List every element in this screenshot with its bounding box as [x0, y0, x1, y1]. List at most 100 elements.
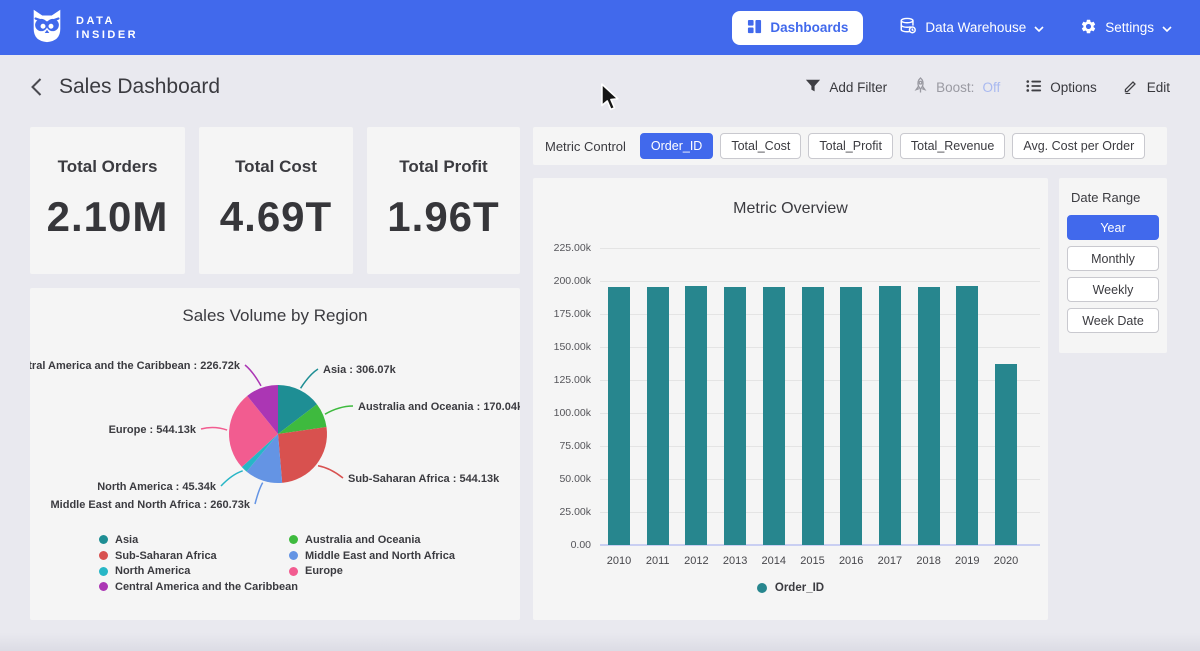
boost-state: Off [982, 80, 1000, 95]
pie-leader-line [245, 365, 261, 386]
bar-chart-legend[interactable]: Order_ID [533, 582, 1048, 594]
pie-legend-north-america[interactable]: North America [99, 563, 298, 579]
bar-2010[interactable] [608, 287, 630, 545]
legend-label: Europe [305, 565, 343, 577]
options-label: Options [1050, 80, 1097, 95]
back-button[interactable] [30, 77, 43, 97]
add-filter-button[interactable]: Add Filter [805, 78, 887, 97]
bar-2019[interactable] [956, 286, 978, 545]
kpi-label: Total Cost [199, 157, 353, 177]
kpi-card-total-profit: Total Profit 1.96T [367, 127, 520, 274]
pie-slice-sub-saharan-africa[interactable] [278, 427, 327, 483]
y-tick-label: 25.00k [533, 506, 591, 518]
pie-legend-asia[interactable]: Asia [99, 532, 298, 548]
pie-slice-label: Asia : 306.07k [323, 364, 397, 376]
y-tick-label: 225.00k [533, 242, 591, 254]
bar-2016[interactable] [840, 287, 862, 545]
pie-legend-sub-saharan-africa[interactable]: Sub-Saharan Africa [99, 548, 298, 564]
kpi-value: 2.10M [30, 193, 185, 241]
legend-dot [99, 535, 108, 544]
page-bottom-strip [0, 633, 1200, 651]
metric-option-avg-cost-per-order[interactable]: Avg. Cost per Order [1012, 133, 1145, 159]
kpi-label: Total Profit [367, 157, 520, 177]
date-range-monthly[interactable]: Monthly [1067, 246, 1159, 271]
gridline [600, 281, 1040, 282]
legend-dot [289, 567, 298, 576]
date-range-year[interactable]: Year [1067, 215, 1159, 240]
edit-pencil-icon [1123, 78, 1139, 97]
pie-legend-central-america-and-the-caribbean[interactable]: Central America and the Caribbean [99, 579, 298, 595]
metric-option-total-profit[interactable]: Total_Profit [808, 133, 893, 159]
date-range-options: Year Monthly Weekly Week Date [1067, 215, 1159, 333]
pie-legend-australia-and-oceania[interactable]: Australia and Oceania [289, 532, 455, 548]
y-tick-label: 150.00k [533, 341, 591, 353]
filter-funnel-icon [805, 78, 821, 97]
date-range-weekly[interactable]: Weekly [1067, 277, 1159, 302]
brand-logo: DATA INSIDER [28, 6, 138, 49]
legend-label: Asia [115, 534, 138, 546]
bar-chart-plot-area [600, 248, 1040, 545]
nav-data-warehouse[interactable]: Data Warehouse [899, 17, 1044, 38]
legend-label: Middle East and North Africa [305, 550, 455, 562]
bar-2013[interactable] [724, 287, 746, 545]
bar-2012[interactable] [685, 286, 707, 546]
pie-leader-line [255, 483, 263, 504]
pie-leader-line [325, 406, 353, 414]
pie-slice-label: Middle East and North Africa : 260.73k [51, 499, 251, 511]
metric-option-order-id[interactable]: Order_ID [640, 133, 713, 159]
date-range-card: Date Range YearMonthlyWeeklyWeek Date [1059, 178, 1167, 353]
sales-volume-pie-card: Sales Volume by Region Asia : 306.07kAus… [30, 288, 520, 620]
pie-legend-middle-east-and-north-africa[interactable]: Middle East and North Africa [289, 548, 455, 564]
bar-2014[interactable] [763, 287, 785, 545]
legend-label: Australia and Oceania [305, 534, 421, 546]
date-range-week-date[interactable]: Week Date [1067, 308, 1159, 333]
y-tick-label: 125.00k [533, 374, 591, 386]
kpi-label: Total Orders [30, 157, 185, 177]
pie-legend-europe[interactable]: Europe [289, 563, 455, 579]
pie-leader-line [301, 369, 318, 388]
legend-dot [99, 582, 108, 591]
y-tick-label: 175.00k [533, 308, 591, 320]
kpi-card-total-orders: Total Orders 2.10M [30, 127, 185, 274]
y-tick-label: 200.00k [533, 275, 591, 287]
legend-label: North America [115, 565, 190, 577]
x-tick-label: 2020 [981, 555, 1031, 567]
nav-dashboards-button[interactable]: Dashboards [732, 11, 863, 45]
bar-2015[interactable] [802, 287, 824, 545]
add-filter-label: Add Filter [829, 80, 887, 95]
gear-icon [1080, 18, 1097, 38]
edit-label: Edit [1147, 80, 1170, 95]
pie-legend-column-1: Asia Sub-Saharan Africa North America Centr… [99, 532, 298, 595]
edit-button[interactable]: Edit [1123, 78, 1170, 97]
gridline [600, 248, 1040, 249]
dashboard-grid-icon [747, 19, 762, 37]
legend-label: Sub-Saharan Africa [115, 550, 217, 562]
legend-dot [99, 551, 108, 560]
metric-option-total-cost[interactable]: Total_Cost [720, 133, 801, 159]
pie-leader-line [221, 471, 243, 486]
bar-2020[interactable] [995, 364, 1017, 545]
nav-settings[interactable]: Settings [1080, 18, 1172, 38]
bar-chart-title: Metric Overview [533, 200, 1048, 218]
database-icon [899, 17, 917, 38]
y-tick-label: 100.00k [533, 407, 591, 419]
metric-option-total-revenue[interactable]: Total_Revenue [900, 133, 1005, 159]
metric-overview-chart-card: Metric Overview 0.0025.00k50.00k75.00k10… [533, 178, 1048, 620]
rocket-icon [913, 77, 928, 97]
bar-2017[interactable] [879, 286, 901, 545]
bar-2018[interactable] [918, 287, 940, 545]
y-tick-label: 0.00 [533, 539, 591, 551]
nav-dashboards-label: Dashboards [770, 20, 848, 35]
y-tick-label: 75.00k [533, 440, 591, 452]
boost-toggle[interactable]: Boost: Off [913, 77, 1000, 97]
options-button[interactable]: Options [1026, 78, 1097, 97]
legend-dot [289, 551, 298, 560]
legend-label: Central America and the Caribbean [115, 581, 298, 593]
bar-2011[interactable] [647, 287, 669, 545]
owl-logo-icon [28, 6, 66, 49]
legend-label: Order_ID [775, 582, 824, 594]
nav-settings-label: Settings [1105, 20, 1154, 35]
legend-dot [757, 583, 767, 593]
page-title: Sales Dashboard [59, 75, 220, 99]
kpi-value: 1.96T [367, 193, 520, 241]
